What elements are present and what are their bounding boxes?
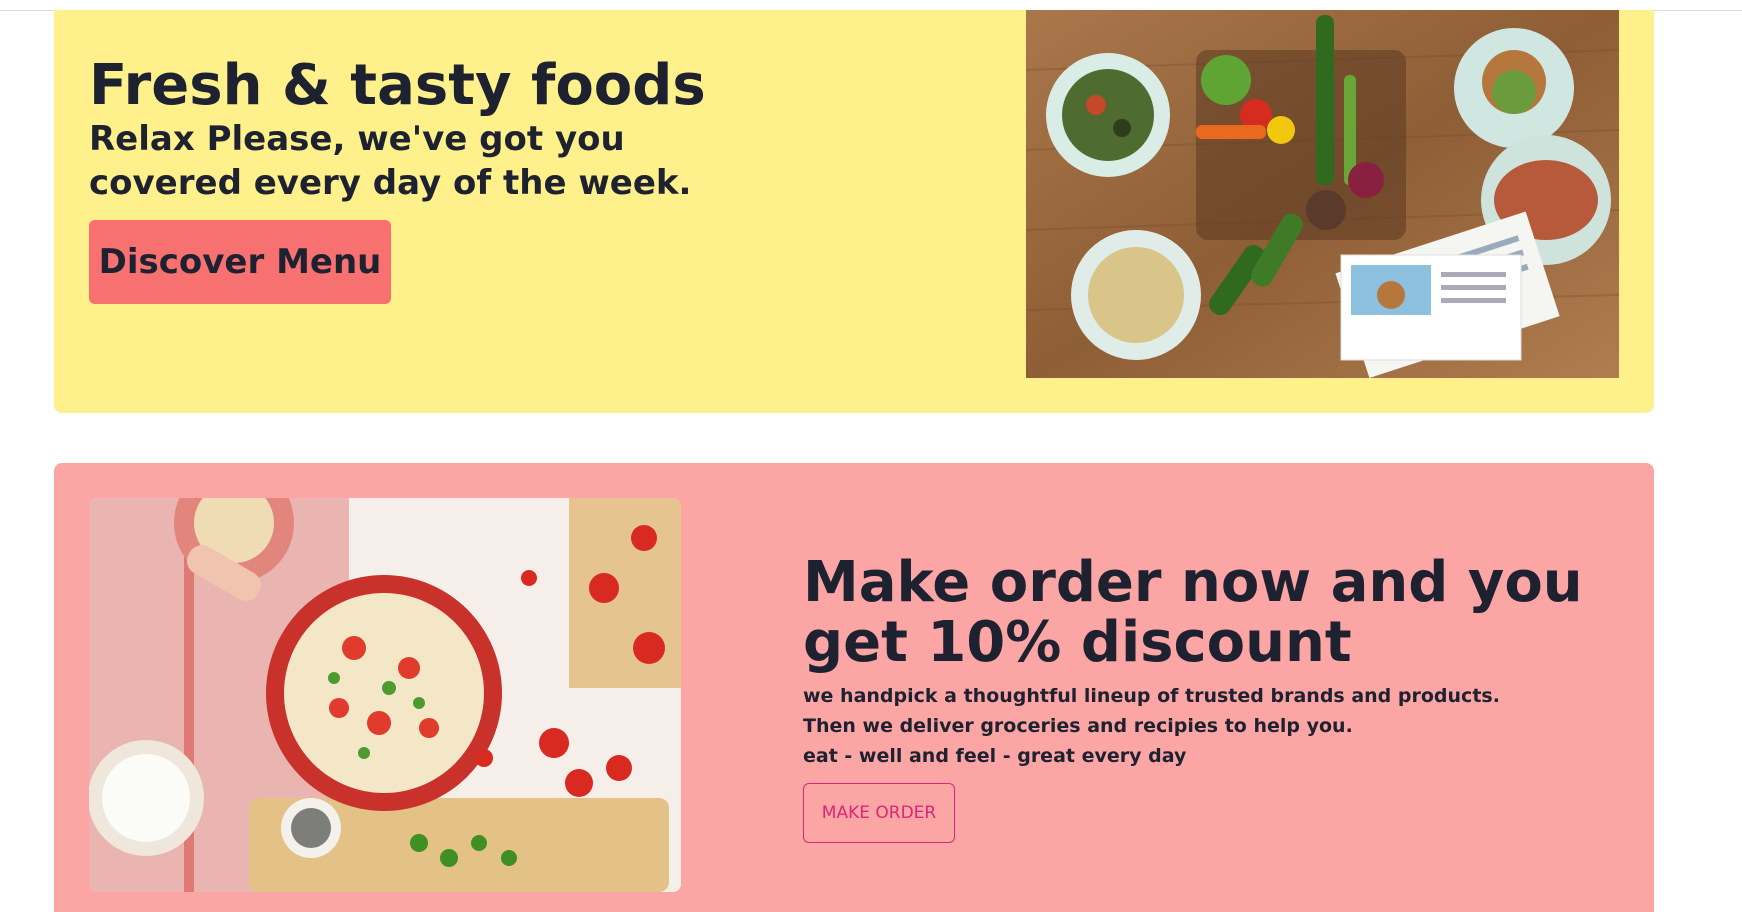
promo-banner: Make order now and you get 10% discount … <box>54 463 1654 912</box>
make-order-button[interactable]: MAKE ORDER <box>803 783 955 843</box>
promo-title: Make order now and you get 10% discount <box>803 550 1583 675</box>
promo-line: eat - well and feel - great every day <box>803 745 1187 767</box>
promo-line: we handpick a thoughtful lineup of trust… <box>803 685 1500 707</box>
hero-title: Fresh & tasty foods <box>89 53 706 118</box>
promo-line: Then we deliver groceries and recipies t… <box>803 715 1353 737</box>
discover-menu-button[interactable]: Discover Menu <box>89 220 391 304</box>
hero-subtitle: Relax Please, we've got you covered ever… <box>89 119 692 203</box>
meal-kit-image <box>1026 10 1619 378</box>
promo-description: we handpick a thoughtful lineup of trust… <box>803 681 1603 771</box>
hero-banner: Fresh & tasty foods Relax Please, we've … <box>54 10 1654 413</box>
pasta-image <box>89 498 681 892</box>
